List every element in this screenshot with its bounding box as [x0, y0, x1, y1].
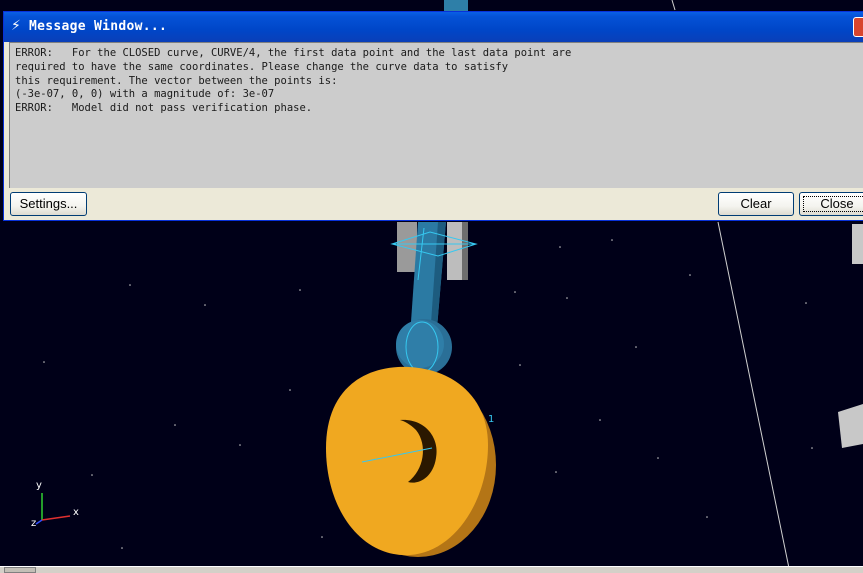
ground-line [717, 221, 791, 573]
status-strip [0, 566, 863, 573]
triad-z-label: z [31, 518, 37, 529]
right-bracket-upper [852, 224, 863, 264]
coordinate-triad [35, 493, 71, 525]
message-line: (-3e-07, 0, 0) with a magnitude of: 3e-0… [15, 88, 275, 101]
message-line: required to have the same coordinates. P… [15, 60, 509, 73]
triad-y-label: y [36, 480, 42, 491]
settings-button[interactable]: Settings... [10, 192, 87, 216]
message-line: ERROR: For the CLOSED curve, CURVE/4, th… [15, 47, 572, 59]
guide-block-right-shade [462, 222, 468, 280]
close-button[interactable]: Close [799, 192, 863, 216]
message-window-titlebar[interactable]: ⚡ Message Window... [4, 12, 863, 42]
guide-block-left [397, 222, 417, 272]
application-icon: ⚡ [11, 18, 21, 34]
message-line: ERROR: Model did not pass verification p… [15, 102, 313, 115]
clear-button[interactable]: Clear [718, 192, 794, 216]
follower-roller-face [396, 320, 444, 368]
marker-label: 1 [488, 414, 495, 425]
window-close-icon[interactable] [853, 17, 863, 37]
message-window-title: Message Window... [29, 19, 168, 34]
ground-line-upper [671, 0, 676, 11]
triad-x-label: x [73, 507, 79, 518]
focus-ring [803, 196, 863, 212]
follower-rod-top [444, 0, 468, 11]
message-text-area[interactable]: ERROR: For the CLOSED curve, CURVE/4, th… [9, 42, 863, 188]
message-window: ⚡ Message Window... ERROR: For the CLOSE… [3, 11, 863, 221]
toolbar-icon[interactable] [4, 567, 36, 573]
right-bracket-lower [838, 404, 863, 448]
message-line: this requirement. The vector between the… [15, 74, 338, 87]
